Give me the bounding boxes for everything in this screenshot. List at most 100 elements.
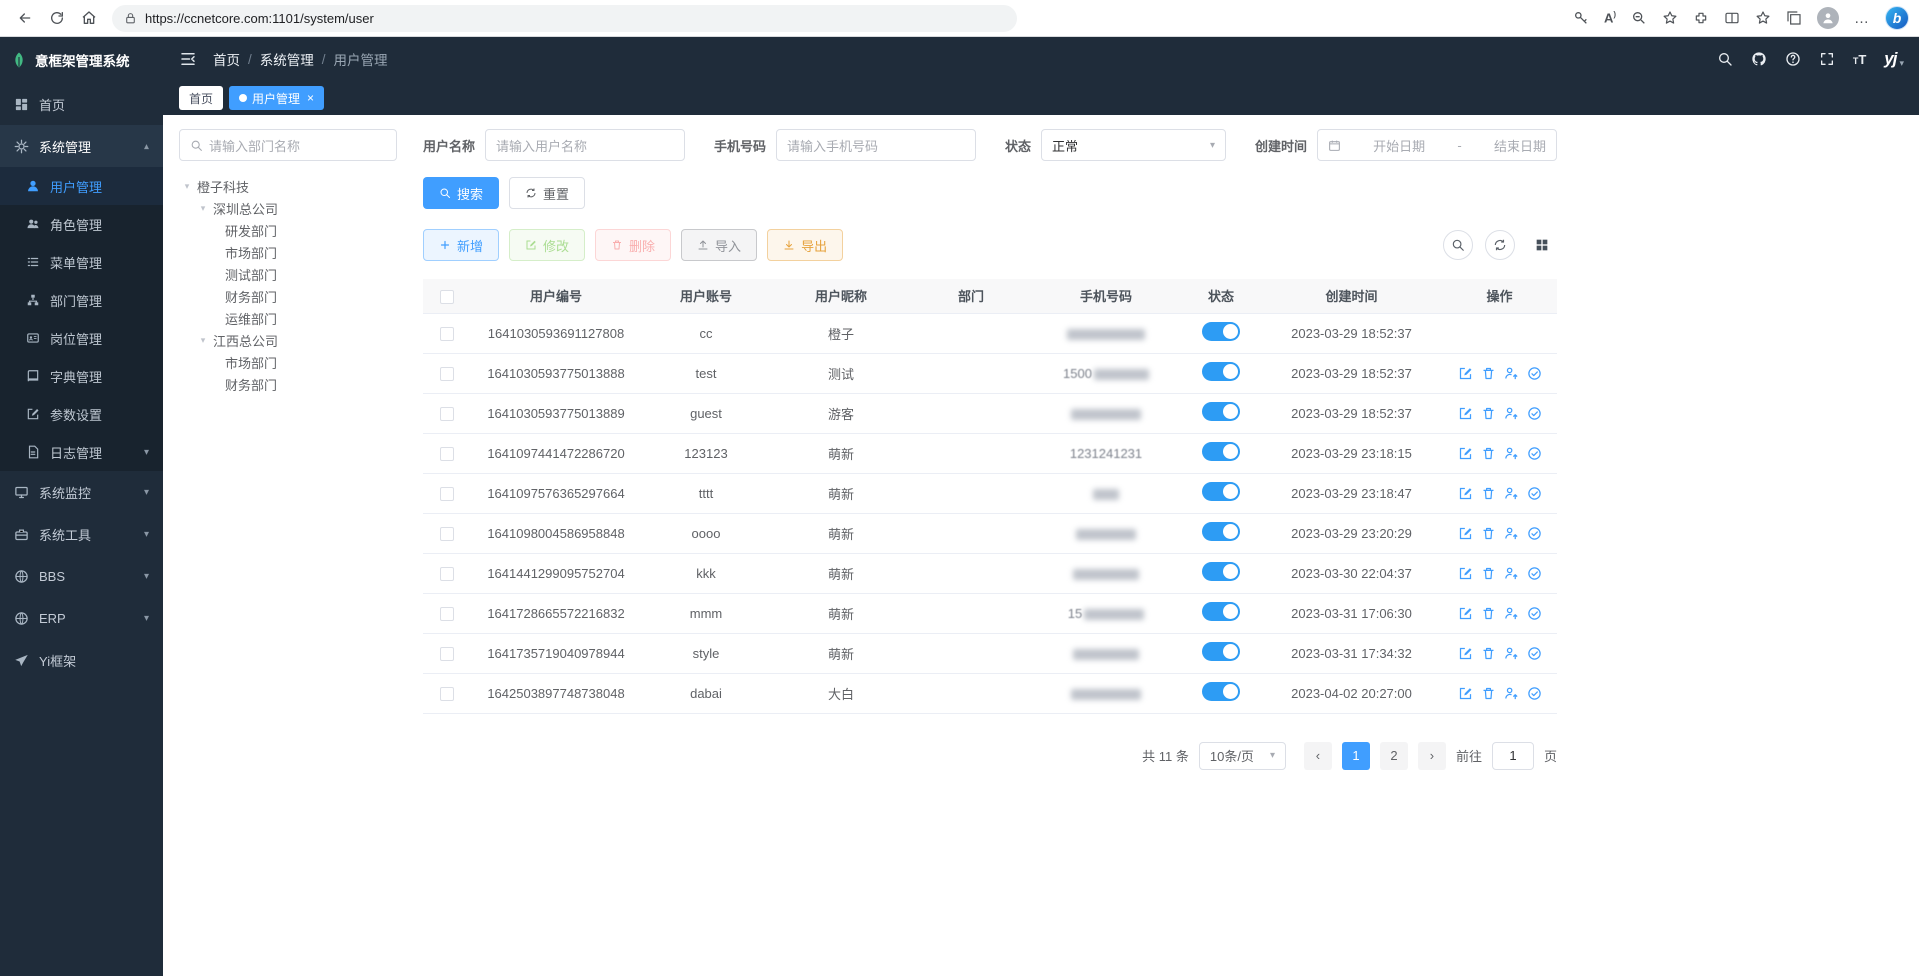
row-checkbox[interactable] — [440, 607, 454, 621]
delete-row-icon[interactable] — [1481, 446, 1496, 461]
page-size-select[interactable]: 10条/页▾ — [1199, 742, 1286, 770]
sidebar-item-param-settings[interactable]: 参数设置 — [0, 395, 163, 433]
tree-node[interactable]: 测试部门 — [179, 263, 397, 285]
help-icon[interactable] — [1785, 51, 1801, 67]
row-checkbox[interactable] — [440, 327, 454, 341]
tree-node[interactable]: 财务部门 — [179, 285, 397, 307]
app-logo[interactable]: 意框架管理系统 — [0, 37, 163, 83]
assign-role-icon[interactable] — [1527, 606, 1542, 621]
sidebar-item-home[interactable]: 首页 — [0, 83, 163, 125]
sidebar-item-dict-management[interactable]: 字典管理 — [0, 357, 163, 395]
tree-node[interactable]: ▾江西总公司 — [179, 329, 397, 351]
caret-down-icon[interactable]: ▾ — [197, 335, 209, 346]
favorites-add-icon[interactable] — [1662, 10, 1678, 26]
row-checkbox[interactable] — [440, 407, 454, 421]
assign-role-icon[interactable] — [1527, 566, 1542, 581]
more-icon[interactable]: … — [1854, 10, 1870, 27]
github-icon[interactable] — [1751, 51, 1767, 67]
assign-role-icon[interactable] — [1527, 646, 1542, 661]
prev-page-button[interactable]: ‹ — [1304, 742, 1332, 770]
sidebar-item-user-management[interactable]: 用户管理 — [0, 167, 163, 205]
row-checkbox[interactable] — [440, 487, 454, 501]
date-range-picker[interactable]: 开始日期 - 结束日期 — [1317, 129, 1557, 161]
edit-row-icon[interactable] — [1458, 486, 1473, 501]
assign-role-icon[interactable] — [1527, 446, 1542, 461]
zoom-out-icon[interactable] — [1631, 10, 1647, 26]
row-checkbox[interactable] — [440, 447, 454, 461]
breadcrumb-home[interactable]: 首页 — [213, 49, 240, 69]
split-screen-icon[interactable] — [1724, 10, 1740, 26]
sidebar-item-dept-management[interactable]: 部门管理 — [0, 281, 163, 319]
search-button[interactable]: 搜索 — [423, 177, 499, 209]
reset-password-icon[interactable] — [1504, 566, 1519, 581]
refresh-table-button[interactable] — [1485, 230, 1515, 260]
close-tab-icon[interactable]: × — [307, 91, 314, 105]
assign-role-icon[interactable] — [1527, 366, 1542, 381]
edit-button[interactable]: 修改 — [509, 229, 585, 261]
delete-row-icon[interactable] — [1481, 526, 1496, 541]
edit-row-icon[interactable] — [1458, 606, 1473, 621]
sidebar-item-bbs[interactable]: BBS ▾ — [0, 555, 163, 597]
copilot-icon[interactable]: b — [1885, 6, 1909, 30]
status-toggle[interactable] — [1202, 322, 1240, 341]
reset-button[interactable]: 重置 — [509, 177, 585, 209]
row-checkbox[interactable] — [440, 527, 454, 541]
caret-down-icon[interactable]: ▾ — [181, 181, 193, 192]
dept-search-input[interactable]: 请输入部门名称 — [179, 129, 397, 161]
column-settings-button[interactable] — [1527, 230, 1557, 260]
status-select[interactable]: 正常▾ — [1041, 129, 1226, 161]
status-toggle[interactable] — [1202, 562, 1240, 581]
favorites-bar-icon[interactable] — [1755, 10, 1771, 26]
tree-node[interactable]: 运维部门 — [179, 307, 397, 329]
browser-profile-avatar[interactable] — [1817, 7, 1839, 29]
address-bar[interactable]: https://ccnetcore.com:1101/system/user — [112, 5, 1017, 32]
font-size-icon[interactable]: TT — [1853, 52, 1866, 67]
toggle-search-button[interactable] — [1443, 230, 1473, 260]
user-avatar[interactable]: yj▾ — [1884, 49, 1903, 69]
status-toggle[interactable] — [1202, 482, 1240, 501]
import-button[interactable]: 导入 — [681, 229, 757, 261]
row-checkbox[interactable] — [440, 367, 454, 381]
export-button[interactable]: 导出 — [767, 229, 843, 261]
select-all-checkbox[interactable] — [440, 290, 454, 304]
delete-row-icon[interactable] — [1481, 486, 1496, 501]
edit-row-icon[interactable] — [1458, 446, 1473, 461]
browser-home-button[interactable] — [74, 3, 104, 33]
status-toggle[interactable] — [1202, 642, 1240, 661]
extensions-icon[interactable] — [1693, 10, 1709, 26]
phone-input[interactable]: 请输入手机号码 — [776, 129, 976, 161]
fullscreen-icon[interactable] — [1819, 51, 1835, 67]
tree-node[interactable]: 财务部门 — [179, 373, 397, 395]
sidebar-item-monitor[interactable]: 系统监控 ▾ — [0, 471, 163, 513]
tree-node[interactable]: ▾橙子科技 — [179, 175, 397, 197]
edit-row-icon[interactable] — [1458, 526, 1473, 541]
sidebar-item-log-management[interactable]: 日志管理 ▾ — [0, 433, 163, 471]
status-toggle[interactable] — [1202, 362, 1240, 381]
row-checkbox[interactable] — [440, 687, 454, 701]
sidebar-item-post-management[interactable]: 岗位管理 — [0, 319, 163, 357]
row-checkbox[interactable] — [440, 647, 454, 661]
page-button-2[interactable]: 2 — [1380, 742, 1408, 770]
edit-row-icon[interactable] — [1458, 406, 1473, 421]
edit-row-icon[interactable] — [1458, 566, 1473, 581]
sidebar-item-yi-framework[interactable]: Yi框架 — [0, 639, 163, 681]
assign-role-icon[interactable] — [1527, 686, 1542, 701]
next-page-button[interactable]: › — [1418, 742, 1446, 770]
assign-role-icon[interactable] — [1527, 406, 1542, 421]
reset-password-icon[interactable] — [1504, 606, 1519, 621]
page-button-1[interactable]: 1 — [1342, 742, 1370, 770]
sidebar-item-erp[interactable]: ERP ▾ — [0, 597, 163, 639]
reset-password-icon[interactable] — [1504, 526, 1519, 541]
edit-row-icon[interactable] — [1458, 686, 1473, 701]
sidebar-item-system[interactable]: 系统管理 ▾ — [0, 125, 163, 167]
reset-password-icon[interactable] — [1504, 646, 1519, 661]
back-button[interactable] — [10, 3, 40, 33]
edit-row-icon[interactable] — [1458, 366, 1473, 381]
delete-row-icon[interactable] — [1481, 406, 1496, 421]
tab-user-management[interactable]: 用户管理 × — [229, 86, 324, 110]
username-input[interactable]: 请输入用户名称 — [485, 129, 685, 161]
reset-password-icon[interactable] — [1504, 366, 1519, 381]
tree-node[interactable]: ▾深圳总公司 — [179, 197, 397, 219]
reset-password-icon[interactable] — [1504, 446, 1519, 461]
delete-row-icon[interactable] — [1481, 686, 1496, 701]
